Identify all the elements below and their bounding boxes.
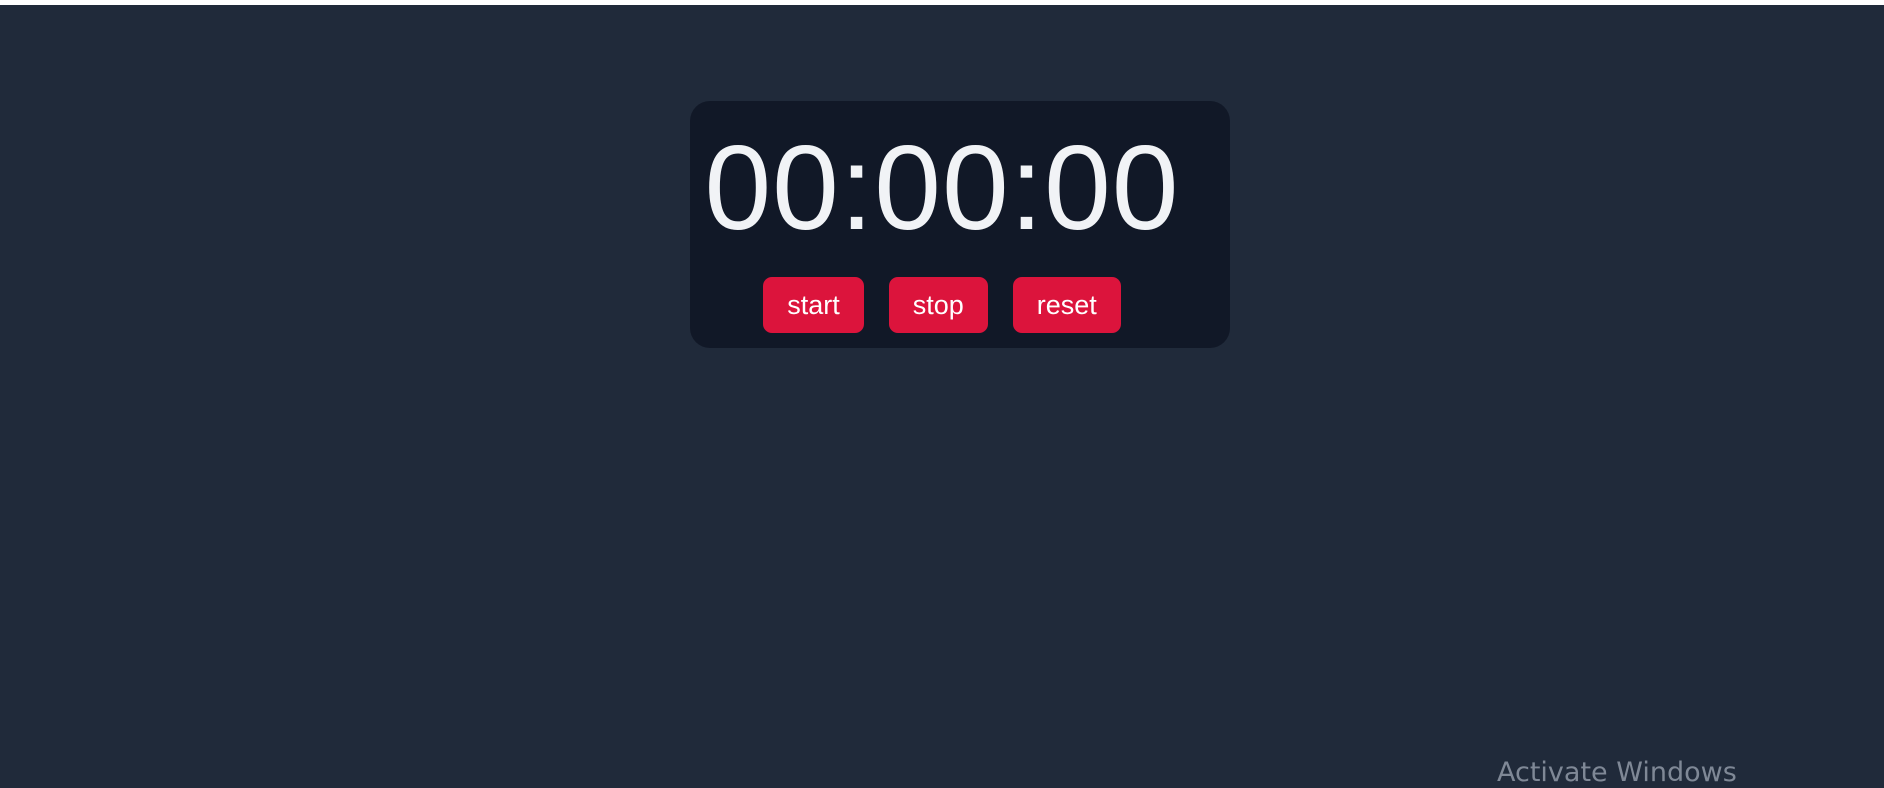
reset-button[interactable]: reset xyxy=(1012,277,1121,333)
stopwatch-controls: start stop reset xyxy=(0,277,1884,333)
timer-display: 00:00:00 xyxy=(704,121,1180,255)
activate-windows-watermark: Activate Windows xyxy=(1497,757,1737,788)
top-border-strip xyxy=(0,0,1884,5)
stop-button[interactable]: stop xyxy=(888,277,988,333)
start-button[interactable]: start xyxy=(763,277,864,333)
